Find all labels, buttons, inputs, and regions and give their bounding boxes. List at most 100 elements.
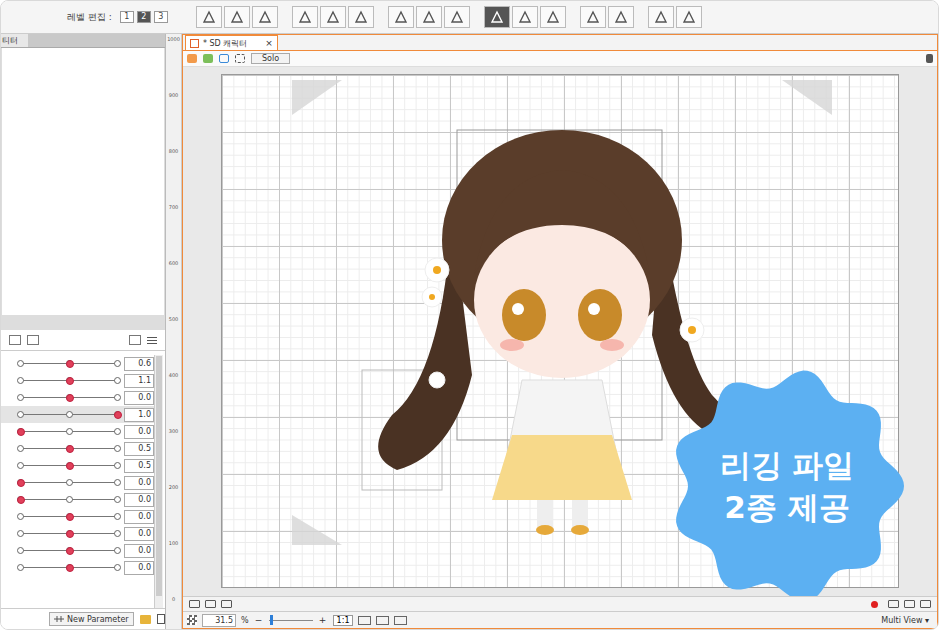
level-button[interactable]: 3 — [154, 11, 168, 23]
parameter-value[interactable]: 0.0 — [124, 510, 154, 524]
document-tab[interactable]: * SD 캐릭터× — [185, 35, 278, 50]
solo-button[interactable]: Solo — [251, 53, 290, 64]
grid-icon[interactable] — [27, 335, 39, 345]
copy-icon[interactable] — [129, 335, 141, 345]
slider-knob[interactable] — [17, 479, 25, 487]
parameter-row[interactable]: 0.0 — [1, 559, 154, 576]
parameter-slider[interactable] — [21, 410, 118, 420]
pin-icon[interactable] — [926, 54, 933, 63]
parameter-row[interactable]: 0.5 — [1, 440, 154, 457]
camera-settings-icon[interactable] — [205, 600, 216, 608]
camera-multi-icon[interactable] — [221, 600, 232, 608]
tool-button[interactable] — [608, 6, 634, 28]
scrollbar[interactable] — [154, 355, 163, 608]
slider-knob[interactable] — [66, 360, 74, 368]
level-button[interactable]: 2 — [137, 11, 151, 23]
parameter-row[interactable]: 0.0 — [1, 542, 154, 559]
parameter-slider[interactable] — [21, 461, 118, 471]
pen-icon[interactable] — [187, 54, 197, 63]
tool-button[interactable] — [648, 6, 674, 28]
fit-button[interactable]: 1:1 — [333, 615, 354, 626]
parameter-value[interactable]: 0.5 — [124, 459, 154, 473]
parameter-row[interactable]: 0.0 — [1, 491, 154, 508]
parameter-value[interactable]: 0.0 — [124, 391, 154, 405]
play-icon[interactable] — [904, 600, 915, 608]
folder-icon[interactable] — [140, 615, 151, 624]
tool-button[interactable] — [320, 6, 346, 28]
parameter-slider[interactable] — [21, 359, 118, 369]
grid-icon[interactable] — [235, 54, 245, 63]
zoom-field[interactable]: 31.5 — [202, 614, 236, 627]
parameter-value[interactable]: 0.0 — [124, 544, 154, 558]
slider-knob[interactable] — [66, 530, 74, 538]
record-button[interactable] — [865, 599, 883, 609]
close-button[interactable]: × — [265, 38, 273, 48]
slider-knob[interactable] — [66, 513, 74, 521]
list-icon[interactable] — [9, 335, 21, 345]
new-parameter-button[interactable]: New Parameter — [49, 612, 134, 626]
parameter-value[interactable]: 0.0 — [124, 476, 154, 490]
tool-button[interactable] — [484, 6, 510, 28]
tool-button[interactable] — [676, 6, 702, 28]
parameter-value[interactable]: 1.0 — [124, 408, 154, 422]
parameter-row[interactable]: 1.0 — [1, 406, 154, 423]
list-icon[interactable] — [920, 600, 931, 608]
slider-knob[interactable] — [66, 377, 74, 385]
zoom-slider[interactable] — [269, 615, 313, 625]
trash-icon[interactable] — [157, 614, 165, 624]
tool-button[interactable] — [580, 6, 606, 28]
parameter-row[interactable]: 0.0 — [1, 474, 154, 491]
menu-icon[interactable] — [147, 337, 157, 344]
parameter-slider[interactable] — [21, 529, 118, 539]
parameter-slider[interactable] — [21, 444, 118, 454]
settings-icon[interactable] — [888, 600, 899, 608]
fit-icon[interactable] — [219, 54, 229, 63]
parameter-row[interactable]: 0.5 — [1, 457, 154, 474]
slider-knob[interactable] — [66, 564, 74, 572]
parameter-value[interactable]: 0.0 — [124, 561, 154, 575]
parameter-value[interactable]: 0.0 — [124, 425, 154, 439]
checker-icon[interactable] — [187, 615, 197, 625]
palette-icon[interactable] — [203, 54, 213, 63]
parameter-value[interactable]: 0.6 — [124, 357, 154, 371]
parameter-slider[interactable] — [21, 376, 118, 386]
fit-view-icon[interactable] — [358, 616, 371, 625]
parameter-value[interactable]: 1.1 — [124, 374, 154, 388]
slider-knob[interactable] — [114, 411, 122, 419]
camera-icon[interactable] — [189, 600, 200, 608]
slider-knob[interactable] — [17, 496, 25, 504]
slider-knob[interactable] — [66, 547, 74, 555]
parameter-row[interactable]: 0.0 — [1, 525, 154, 542]
fit-width-icon[interactable] — [376, 616, 389, 625]
parameter-slider[interactable] — [21, 478, 118, 488]
tool-button[interactable] — [444, 6, 470, 28]
level-button[interactable]: 1 — [120, 11, 134, 23]
tool-button[interactable] — [388, 6, 414, 28]
panel-tab[interactable]: 티터 — [1, 34, 28, 47]
parameter-slider[interactable] — [21, 546, 118, 556]
zoom-out-icon[interactable]: − — [254, 615, 264, 625]
tool-button[interactable] — [348, 6, 374, 28]
slider-knob[interactable] — [66, 445, 74, 453]
parameter-value[interactable]: 0.5 — [124, 442, 154, 456]
tool-button[interactable] — [252, 6, 278, 28]
parameter-slider[interactable] — [21, 393, 118, 403]
parameter-row[interactable]: 1.1 — [1, 372, 154, 389]
parameter-value[interactable]: 0.0 — [124, 493, 154, 507]
slider-knob[interactable] — [66, 394, 74, 402]
fit-height-icon[interactable] — [394, 616, 407, 625]
parameter-slider[interactable] — [21, 512, 118, 522]
slider-knob[interactable] — [17, 428, 25, 436]
parameter-row[interactable]: 0.0 — [1, 508, 154, 525]
parameter-slider[interactable] — [21, 563, 118, 573]
parameter-row[interactable]: 0.0 — [1, 389, 154, 406]
slider-knob[interactable] — [66, 462, 74, 470]
parameter-row[interactable]: 0.6 — [1, 355, 154, 372]
zoom-in-icon[interactable]: + — [318, 615, 328, 625]
parameter-slider[interactable] — [21, 427, 118, 437]
parameter-slider[interactable] — [21, 495, 118, 505]
parameter-value[interactable]: 0.0 — [124, 527, 154, 541]
tool-button[interactable] — [292, 6, 318, 28]
tool-button[interactable] — [224, 6, 250, 28]
parameter-row[interactable]: 0.0 — [1, 423, 154, 440]
